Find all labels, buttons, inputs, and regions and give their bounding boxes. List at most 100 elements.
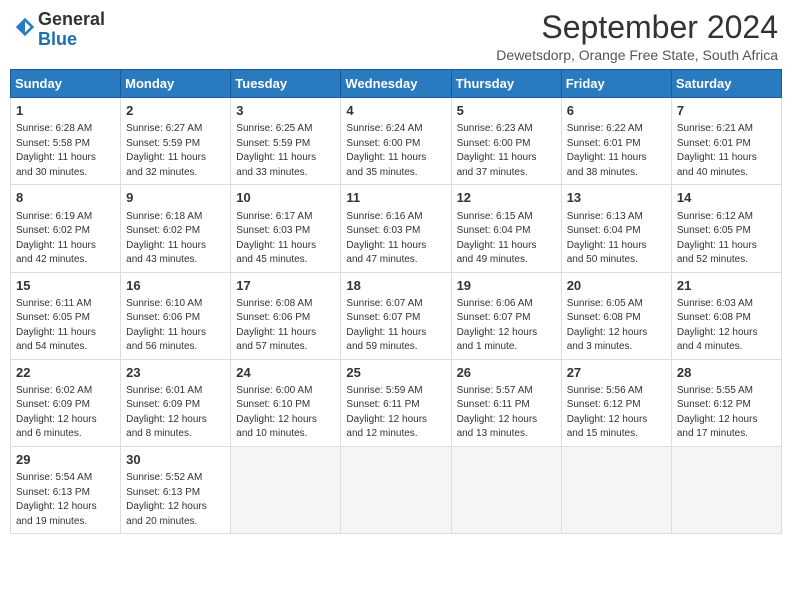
day-info: Sunrise: 6:21 AMSunset: 6:01 PMDaylight:…: [677, 122, 776, 180]
calendar-day-cell: [451, 446, 561, 533]
day-info: Sunrise: 6:12 AMSunset: 6:05 PMDaylight:…: [677, 210, 776, 268]
day-number: 16: [126, 277, 225, 295]
day-info: Sunrise: 5:52 AMSunset: 6:13 PMDaylight:…: [126, 471, 225, 529]
calendar-day-cell: 21 Sunrise: 6:03 AMSunset: 6:08 PMDayligh…: [671, 272, 781, 359]
day-info: Sunrise: 6:17 AMSunset: 6:03 PMDaylight:…: [236, 210, 335, 268]
day-number: 30: [126, 451, 225, 469]
day-number: 17: [236, 277, 335, 295]
day-number: 9: [126, 189, 225, 207]
day-info: Sunrise: 6:08 AMSunset: 6:06 PMDaylight:…: [236, 297, 335, 355]
calendar-day-cell: 5 Sunrise: 6:23 AMSunset: 6:00 PMDaylight…: [451, 98, 561, 185]
day-info: Sunrise: 6:27 AMSunset: 5:59 PMDaylight:…: [126, 122, 225, 180]
day-info: Sunrise: 6:23 AMSunset: 6:00 PMDaylight:…: [457, 122, 556, 180]
day-info: Sunrise: 5:55 AMSunset: 6:12 PMDaylight:…: [677, 384, 776, 442]
day-number: 4: [346, 102, 445, 120]
day-number: 6: [567, 102, 666, 120]
column-header-wednesday: Wednesday: [341, 70, 451, 98]
calendar-day-cell: [341, 446, 451, 533]
day-info: Sunrise: 6:10 AMSunset: 6:06 PMDaylight:…: [126, 297, 225, 355]
calendar-week-row: 15 Sunrise: 6:11 AMSunset: 6:05 PMDayligh…: [11, 272, 782, 359]
calendar-week-row: 8Sunrise: 6:19 AMSunset: 6:02 PMDaylight…: [11, 185, 782, 272]
day-number: 25: [346, 364, 445, 382]
calendar-day-cell: [231, 446, 341, 533]
day-info: Sunrise: 6:18 AMSunset: 6:02 PMDaylight:…: [126, 210, 225, 268]
day-number: 1: [16, 102, 115, 120]
day-number: 12: [457, 189, 556, 207]
day-number: 18: [346, 277, 445, 295]
column-header-tuesday: Tuesday: [231, 70, 341, 98]
calendar-day-cell: 9 Sunrise: 6:18 AMSunset: 6:02 PMDaylight…: [121, 185, 231, 272]
calendar-day-cell: 27Sunrise: 5:56 AMSunset: 6:12 PMDayligh…: [561, 359, 671, 446]
calendar-day-cell: 25 Sunrise: 5:59 AMSunset: 6:11 PMDayligh…: [341, 359, 451, 446]
day-number: 23: [126, 364, 225, 382]
calendar-day-cell: 17 Sunrise: 6:08 AMSunset: 6:06 PMDayligh…: [231, 272, 341, 359]
day-info: Sunrise: 6:06 AMSunset: 6:07 PMDaylight:…: [457, 297, 556, 355]
calendar-day-cell: 12Sunrise: 6:15 AMSunset: 6:04 PMDayligh…: [451, 185, 561, 272]
calendar-day-cell: 2 Sunrise: 6:27 AMSunset: 5:59 PMDaylight…: [121, 98, 231, 185]
day-number: 2: [126, 102, 225, 120]
column-header-saturday: Saturday: [671, 70, 781, 98]
title-block: September 2024 Dewetsdorp, Orange Free S…: [496, 10, 778, 63]
calendar-day-cell: 13 Sunrise: 6:13 AMSunset: 6:04 PMDayligh…: [561, 185, 671, 272]
calendar-table: SundayMondayTuesdayWednesdayThursdayFrid…: [10, 69, 782, 534]
column-header-friday: Friday: [561, 70, 671, 98]
calendar-header-row: SundayMondayTuesdayWednesdayThursdayFrid…: [11, 70, 782, 98]
calendar-day-cell: 29 Sunrise: 5:54 AMSunset: 6:13 PMDayligh…: [11, 446, 121, 533]
calendar-day-cell: 18 Sunrise: 6:07 AMSunset: 6:07 PMDayligh…: [341, 272, 451, 359]
day-number: 21: [677, 277, 776, 295]
calendar-day-cell: 28Sunrise: 5:55 AMSunset: 6:12 PMDayligh…: [671, 359, 781, 446]
logo-icon: [14, 16, 36, 38]
calendar-day-cell: 15 Sunrise: 6:11 AMSunset: 6:05 PMDayligh…: [11, 272, 121, 359]
day-number: 26: [457, 364, 556, 382]
day-info: Sunrise: 6:25 AMSunset: 5:59 PMDaylight:…: [236, 122, 335, 180]
location: Dewetsdorp, Orange Free State, South Afr…: [496, 47, 778, 63]
calendar-day-cell: 3 Sunrise: 6:25 AMSunset: 5:59 PMDaylight…: [231, 98, 341, 185]
month-year: September 2024: [496, 10, 778, 45]
day-number: 11: [346, 189, 445, 207]
calendar-day-cell: 10 Sunrise: 6:17 AMSunset: 6:03 PMDayligh…: [231, 185, 341, 272]
day-info: Sunrise: 6:24 AMSunset: 6:00 PMDaylight:…: [346, 122, 445, 180]
day-info: Sunrise: 6:19 AMSunset: 6:02 PMDaylight:…: [16, 210, 115, 268]
column-header-sunday: Sunday: [11, 70, 121, 98]
day-number: 13: [567, 189, 666, 207]
calendar-day-cell: 11Sunrise: 6:16 AMSunset: 6:03 PMDayligh…: [341, 185, 451, 272]
calendar-day-cell: 24 Sunrise: 6:00 AMSunset: 6:10 PMDayligh…: [231, 359, 341, 446]
calendar-week-row: 22Sunrise: 6:02 AMSunset: 6:09 PMDayligh…: [11, 359, 782, 446]
calendar-week-row: 29 Sunrise: 5:54 AMSunset: 6:13 PMDayligh…: [11, 446, 782, 533]
day-number: 29: [16, 451, 115, 469]
day-info: Sunrise: 6:02 AMSunset: 6:09 PMDaylight:…: [16, 384, 115, 442]
day-info: Sunrise: 6:03 AMSunset: 6:08 PMDaylight:…: [677, 297, 776, 355]
day-number: 19: [457, 277, 556, 295]
day-number: 5: [457, 102, 556, 120]
day-number: 24: [236, 364, 335, 382]
day-number: 15: [16, 277, 115, 295]
day-info: Sunrise: 6:28 AMSunset: 5:58 PMDaylight:…: [16, 122, 115, 180]
calendar-day-cell: 16 Sunrise: 6:10 AMSunset: 6:06 PMDayligh…: [121, 272, 231, 359]
day-info: Sunrise: 6:07 AMSunset: 6:07 PMDaylight:…: [346, 297, 445, 355]
calendar-day-cell: 6 Sunrise: 6:22 AMSunset: 6:01 PMDaylight…: [561, 98, 671, 185]
calendar-day-cell: 19 Sunrise: 6:06 AMSunset: 6:07 PMDayligh…: [451, 272, 561, 359]
calendar-day-cell: 7Sunrise: 6:21 AMSunset: 6:01 PMDaylight…: [671, 98, 781, 185]
day-info: Sunrise: 5:54 AMSunset: 6:13 PMDaylight:…: [16, 471, 115, 529]
calendar-day-cell: 14 Sunrise: 6:12 AMSunset: 6:05 PMDayligh…: [671, 185, 781, 272]
day-number: 20: [567, 277, 666, 295]
day-info: Sunrise: 5:56 AMSunset: 6:12 PMDaylight:…: [567, 384, 666, 442]
day-info: Sunrise: 5:59 AMSunset: 6:11 PMDaylight:…: [346, 384, 445, 442]
day-info: Sunrise: 6:22 AMSunset: 6:01 PMDaylight:…: [567, 122, 666, 180]
logo: General Blue: [14, 10, 105, 50]
calendar-day-cell: 20Sunrise: 6:05 AMSunset: 6:08 PMDayligh…: [561, 272, 671, 359]
day-info: Sunrise: 6:11 AMSunset: 6:05 PMDaylight:…: [16, 297, 115, 355]
calendar-week-row: 1 Sunrise: 6:28 AMSunset: 5:58 PMDaylight…: [11, 98, 782, 185]
day-number: 14: [677, 189, 776, 207]
day-info: Sunrise: 6:00 AMSunset: 6:10 PMDaylight:…: [236, 384, 335, 442]
calendar-day-cell: [671, 446, 781, 533]
column-header-thursday: Thursday: [451, 70, 561, 98]
page-header: General Blue September 2024 Dewetsdorp, …: [10, 10, 782, 63]
day-number: 10: [236, 189, 335, 207]
calendar-day-cell: 23Sunrise: 6:01 AMSunset: 6:09 PMDayligh…: [121, 359, 231, 446]
calendar-day-cell: 1 Sunrise: 6:28 AMSunset: 5:58 PMDaylight…: [11, 98, 121, 185]
day-info: Sunrise: 6:13 AMSunset: 6:04 PMDaylight:…: [567, 210, 666, 268]
day-number: 3: [236, 102, 335, 120]
calendar-day-cell: 4 Sunrise: 6:24 AMSunset: 6:00 PMDaylight…: [341, 98, 451, 185]
logo-text: General Blue: [38, 10, 105, 50]
